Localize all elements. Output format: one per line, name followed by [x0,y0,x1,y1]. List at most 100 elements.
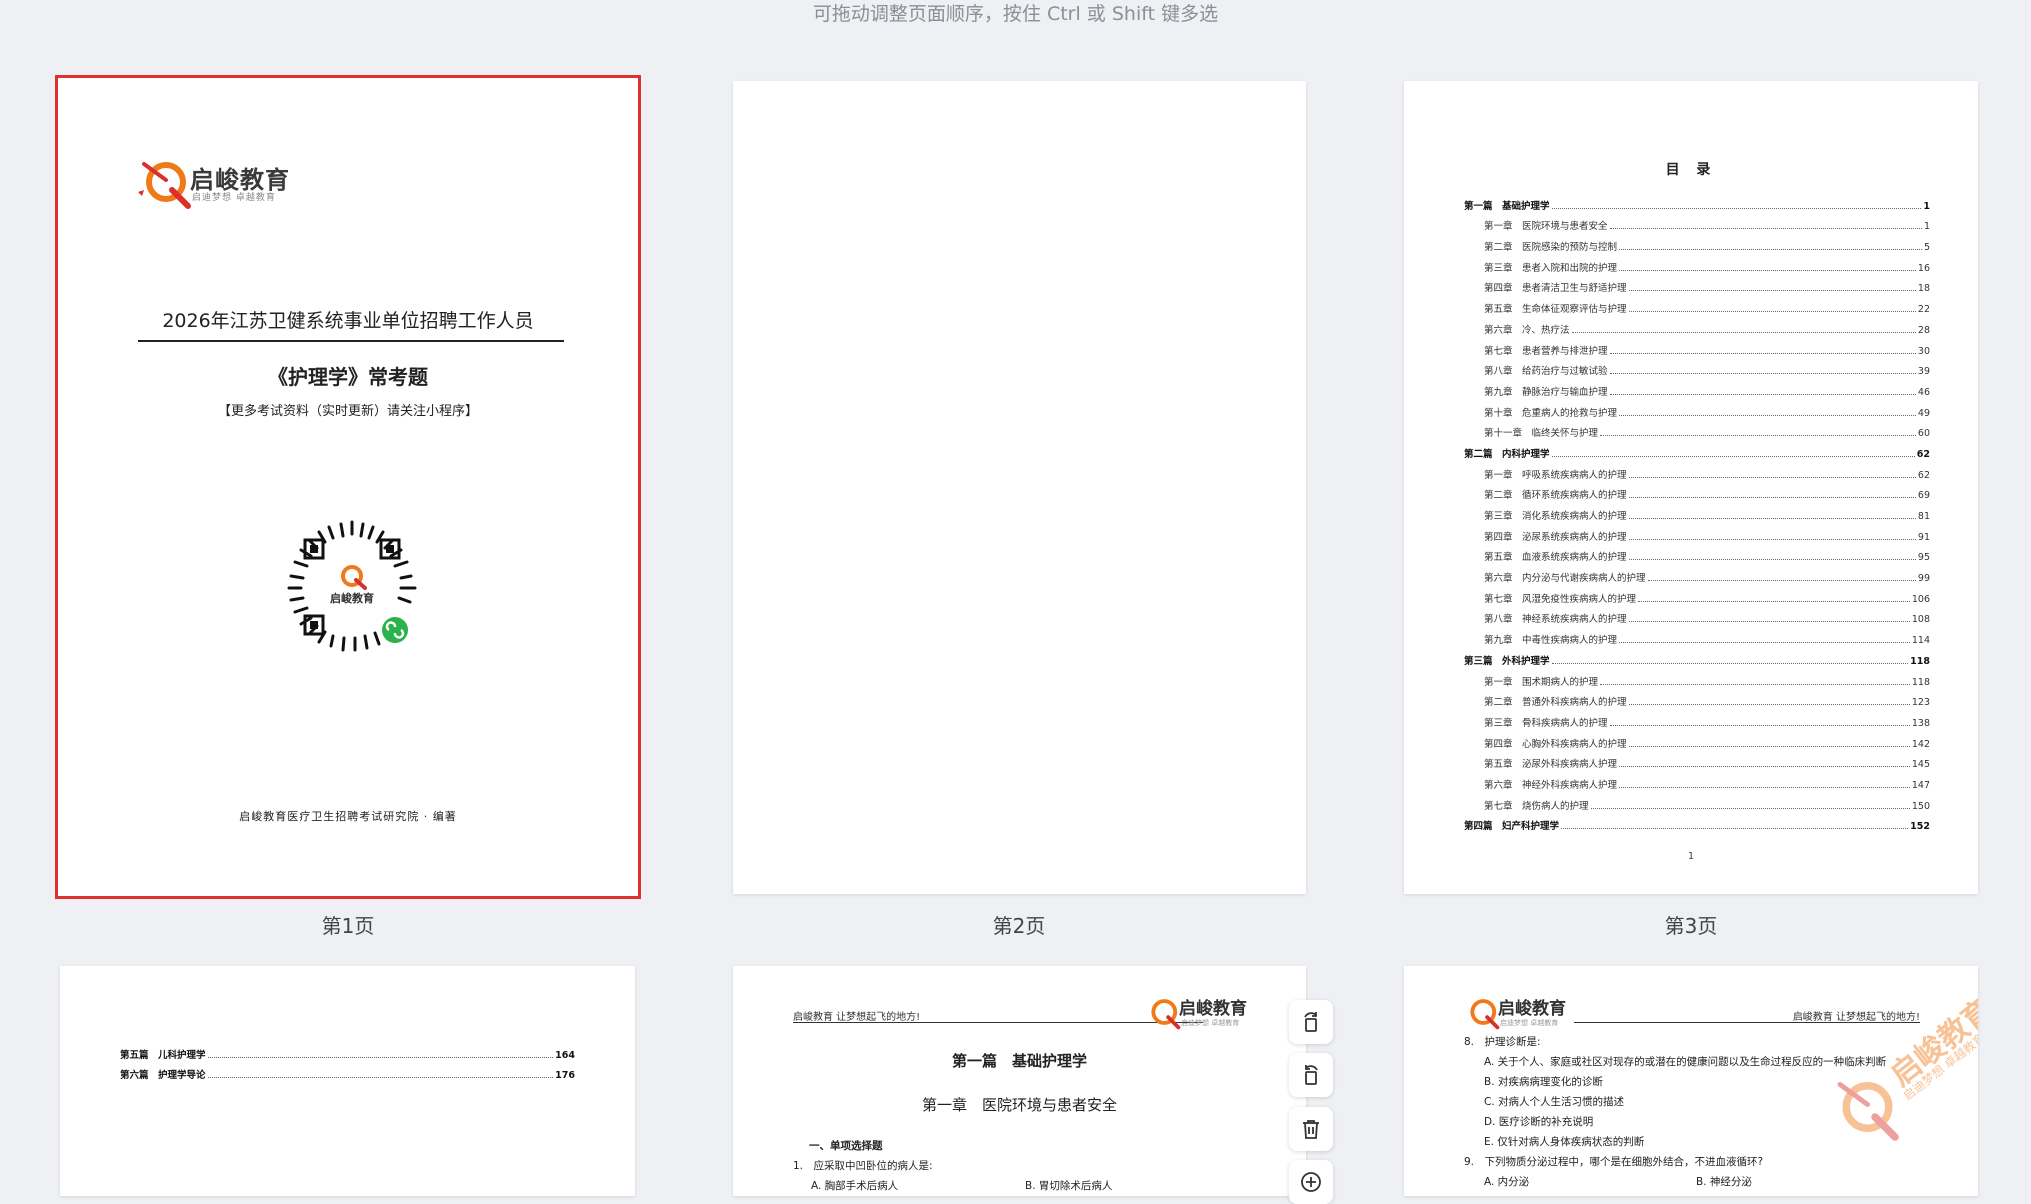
toc-row-label: 第二篇 内科护理学 [1464,448,1550,460]
toc-row-page: 118 [1910,655,1930,667]
toc-row-label: 第六篇 护理学导论 [120,1070,206,1082]
page-thumbnail-4[interactable]: 第五篇 儿科护理学 164 第六篇 护理学导论 176 [60,966,635,1196]
toc-row-label: 第五篇 儿科护理学 [120,1049,206,1061]
delete-page-button[interactable] [1289,1107,1333,1151]
cover-subtitle: 《护理学》常考题 [268,365,428,389]
toc-row: 第二章 普通外科疾病病人的护理 123 [1464,688,1930,709]
page-thumbnail-5[interactable]: 启峻教育 让梦想起飞的地方! 启峻教育 启迪梦想 卓越教育 第一篇 基础护理学 … [733,966,1306,1196]
toc-row: 第四章 心胸外科疾病病人的护理 142 [1464,729,1930,750]
toc-leader [1628,311,1916,313]
rotate-right-icon [1305,1065,1318,1085]
toc-row: 第二篇 内科护理学 62 [1464,439,1930,460]
toc-row-page: 145 [1911,759,1930,771]
toc-leader [1600,683,1910,685]
toc-leader [1561,828,1909,830]
toc-row: 第五章 血液系统疾病病人的护理 95 [1464,543,1930,563]
toc-row: 第八章 给药治疗与过敏试验 39 [1464,357,1930,377]
toc-row: 第十一章 临终关怀与护理 60 [1464,419,1930,440]
toc-row-page: 46 [1917,386,1930,398]
page5-part-title: 第一篇 基础护理学 [951,1052,1087,1070]
page6-line: B. 对疾病病理变化的诊断 [1484,1076,1603,1088]
rotate-left-icon [1304,1012,1317,1032]
toc-leader [1638,600,1910,602]
logo-slogan: 启迪梦想 卓越教育 [192,193,276,203]
toc-row: 第四章 患者清洁卫生与舒适护理 18 [1464,274,1930,295]
toc-row-page: 123 [1911,697,1930,709]
page5-header-line [793,1022,1203,1023]
toc-leader [1628,745,1910,747]
toc-row: 第十章 危重病人的抢救与护理 49 [1464,398,1930,419]
toc-row-label: 第十一章 临终关怀与护理 [1484,428,1599,440]
page5-chapter-title: 第一章 医院环境与患者安全 [921,1096,1117,1114]
toc-row-page: 114 [1911,635,1930,647]
page-label-1: 第1页 [321,914,375,938]
toc-leader [1647,580,1916,582]
toc-page-number: 1 [1687,851,1695,862]
toc-row: 第一章 围术期病人的护理 118 [1464,667,1930,688]
toc-row-page: 106 [1911,593,1930,605]
toc-leader [1619,249,1922,251]
toc-leader [1609,352,1916,354]
toc-title: 目 录 [1665,162,1717,178]
toc-leader [1551,662,1909,664]
logo-mark-icon [1470,999,1500,1030]
toc-row-page: 99 [1917,573,1930,585]
page5-question-1: 1. 应采取中凹卧位的病人是: [793,1160,933,1172]
toc-row: 第五篇 儿科护理学 164 [120,1040,575,1061]
page-thumbnail-2[interactable] [733,81,1306,894]
toc-leader [1628,476,1916,478]
cover-divider [138,340,564,342]
toc-continued-list: 第五篇 儿科护理学 164 第六篇 护理学导论 176 [120,1040,575,1082]
toc-row-page: 18 [1917,283,1930,295]
zoom-in-button[interactable] [1289,1160,1333,1204]
toc-leader [1619,642,1910,644]
toc-row: 第二章 医院感染的预防与控制 5 [1464,232,1930,253]
toc-row-label: 第九章 中毒性疾病病人的护理 [1484,635,1618,647]
toc-leader [1628,497,1916,499]
rotate-left-button[interactable] [1289,1000,1333,1044]
toc-row-label: 第四章 泌尿系统疾病病人的护理 [1484,531,1627,543]
page5-header-text: 启峻教育 让梦想起飞的地方! [793,1012,921,1023]
toc-row-label: 第一章 呼吸系统疾病病人的护理 [1484,469,1627,481]
toc-row-page: 176 [555,1070,575,1082]
delete-icon [1303,1120,1319,1139]
toc-row-page: 108 [1911,614,1930,626]
toc-leader [1628,704,1910,706]
toc-row: 第一章 呼吸系统疾病病人的护理 62 [1464,460,1930,481]
toc-leader [1551,207,1922,209]
page6-line: D. 医疗诊断的补充说明 [1484,1116,1594,1128]
page6-line: C. 对病人个人生活习惯的描述 [1484,1096,1625,1108]
page-thumbnail-1[interactable]: 启峻教育 启迪梦想 卓越教育 2026年江苏卫健系统事业单位招聘工作人员 《护理… [55,75,641,899]
toc-row-page: 49 [1917,407,1930,419]
rotate-right-button[interactable] [1289,1053,1333,1097]
toc-row-label: 第一章 围术期病人的护理 [1484,676,1599,688]
page5-logo-slogan: 启迪梦想 卓越教育 [1181,1019,1240,1027]
toc-row-label: 第八章 神经系统疾病病人的护理 [1484,614,1627,626]
page6-line: 9. 下列物质分泌过程中，哪个是在细胞外结合，不进血液循环? [1464,1156,1764,1168]
toc-leader [207,1056,554,1058]
toc-row: 第二章 循环系统疾病病人的护理 69 [1464,481,1930,502]
toc-row-label: 第二章 普通外科疾病病人的护理 [1484,697,1627,709]
toc-leader [1619,786,1910,788]
page6-q9-option-b: B. 神经分泌 [1696,1176,1752,1188]
toc-leader [1628,290,1916,292]
logo-mark-icon [138,162,191,209]
toc-row: 第五章 生命体征观察评估与护理 22 [1464,294,1930,315]
toc-row-page: 60 [1917,428,1930,440]
page-thumbnail-6[interactable]: 启峻教育 启迪梦想 卓越教育 启峻教育 让梦想起飞的地方! 8. 护理诊断是: A… [1404,966,1978,1196]
toc-row-label: 第三章 骨科疾病病人的护理 [1484,717,1608,729]
toc-row-label: 第七章 烧伤病人的护理 [1484,800,1589,812]
toc-leader [1609,724,1910,726]
page5-logo-name: 启峻教育 [1179,999,1247,1019]
toc-row-page: 69 [1917,490,1930,502]
zoom-in-icon [1301,1172,1321,1192]
toc-row-page: 1 [1923,200,1930,212]
toc-row-label: 第十章 危重病人的抢救与护理 [1484,407,1618,419]
toc-row: 第八章 神经系统疾病病人的护理 108 [1464,605,1930,626]
toc-row-label: 第五章 生命体征观察评估与护理 [1484,304,1627,316]
page-thumbnail-3[interactable]: 目 录 第一篇 基础护理学 1 第一章 医院环境与患者安全 1 第二章 医院感染的预防与… [1404,81,1978,894]
page6-line: 8. 护理诊断是: [1464,1036,1541,1048]
toc-row-label: 第九章 静脉治疗与输血护理 [1484,386,1608,398]
logo-mark-icon [1151,999,1181,1030]
toc-leader [1619,269,1916,271]
